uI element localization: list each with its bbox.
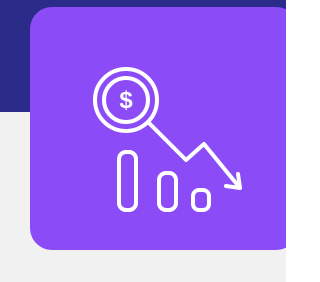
bar-3 [191, 188, 211, 212]
falling-cost-chart-icon: $ [86, 62, 248, 222]
page: $ [0, 0, 286, 282]
bar-2 [157, 171, 178, 212]
trend-line [146, 120, 242, 190]
bar-1 [117, 150, 138, 212]
dollar-symbol: $ [119, 87, 133, 114]
